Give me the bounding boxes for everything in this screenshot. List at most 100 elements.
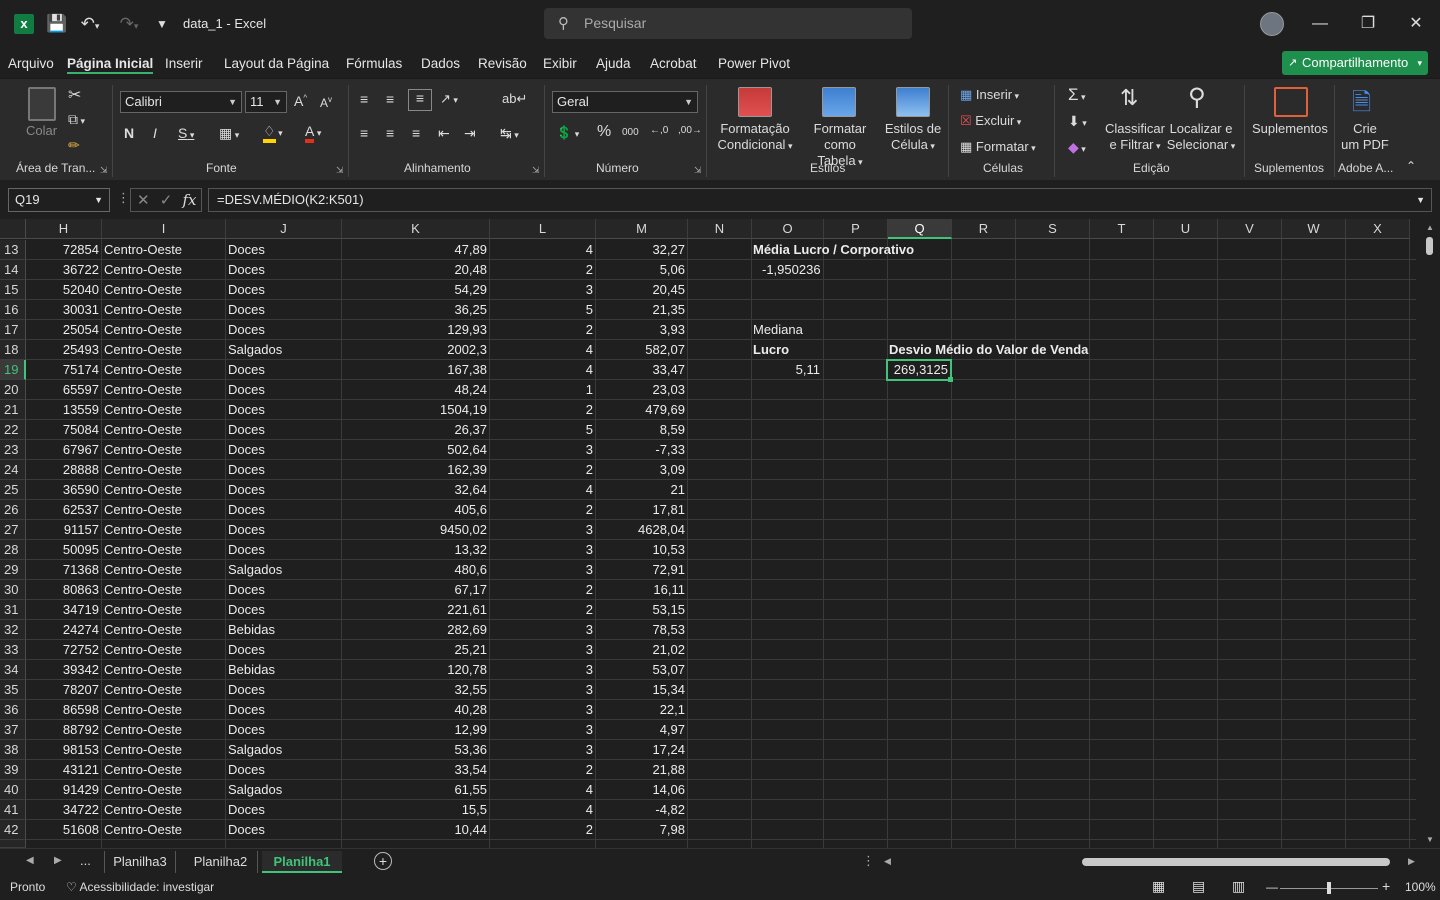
row-header[interactable]: 24 bbox=[0, 460, 26, 480]
cell-h[interactable]: 51608 bbox=[26, 820, 99, 840]
cell-m[interactable]: 15,34 bbox=[596, 680, 685, 700]
autosum-icon[interactable]: Σ ▾ bbox=[1068, 85, 1086, 105]
media-title-cell[interactable]: Média Lucro / Corporativo bbox=[753, 240, 914, 260]
cell-i[interactable]: Centro-Oeste bbox=[104, 360, 225, 380]
align-center-icon[interactable]: ≡ bbox=[386, 125, 394, 141]
cell-i[interactable]: Centro-Oeste bbox=[104, 640, 225, 660]
more-icon[interactable]: ⋮ bbox=[117, 190, 130, 206]
column-header-m[interactable]: M bbox=[596, 219, 688, 239]
row-header[interactable]: 15 bbox=[0, 280, 26, 300]
conditional-formatting-button[interactable]: Formatação Condicional ▾ bbox=[714, 121, 796, 154]
cell-i[interactable]: Centro-Oeste bbox=[104, 760, 225, 780]
cell-k[interactable]: 162,39 bbox=[342, 460, 487, 480]
column-header-k[interactable]: K bbox=[342, 219, 490, 239]
row-header[interactable]: 41 bbox=[0, 800, 26, 820]
row-header[interactable]: 39 bbox=[0, 760, 26, 780]
cell-m[interactable]: 32,27 bbox=[596, 240, 685, 260]
cell-l[interactable]: 2 bbox=[490, 400, 593, 420]
format-as-table-icon[interactable] bbox=[822, 87, 856, 117]
cell-k[interactable]: 129,93 bbox=[342, 320, 487, 340]
cell-h[interactable]: 75084 bbox=[26, 420, 99, 440]
addins-icon[interactable] bbox=[1274, 87, 1308, 117]
cell-m[interactable]: 78,53 bbox=[596, 620, 685, 640]
cell-l[interactable]: 2 bbox=[490, 600, 593, 620]
cell-m[interactable]: -4,82 bbox=[596, 800, 685, 820]
cell-h[interactable]: 34719 bbox=[26, 600, 99, 620]
cell-h[interactable]: 67967 bbox=[26, 440, 99, 460]
cell-h[interactable]: 80863 bbox=[26, 580, 99, 600]
desvio-title-cell[interactable]: Desvio Médio do Valor de Venda bbox=[889, 340, 1088, 360]
cell-i[interactable]: Centro-Oeste bbox=[104, 660, 225, 680]
cell-l[interactable]: 2 bbox=[490, 320, 593, 340]
cell-h[interactable]: 13559 bbox=[26, 400, 99, 420]
cancel-icon[interactable]: ✕ bbox=[137, 192, 150, 209]
cell-l[interactable]: 4 bbox=[490, 360, 593, 380]
cell-i[interactable]: Centro-Oeste bbox=[104, 580, 225, 600]
cell-i[interactable]: Centro-Oeste bbox=[104, 260, 225, 280]
column-header-h[interactable]: H bbox=[26, 219, 102, 239]
cell-k[interactable]: 221,61 bbox=[342, 600, 487, 620]
prev-sheet-icon[interactable]: ◀ bbox=[26, 855, 34, 866]
cell-j[interactable]: Salgados bbox=[228, 560, 341, 580]
zoom-in-icon[interactable]: + bbox=[1382, 878, 1390, 894]
cell-j[interactable]: Doces bbox=[228, 280, 341, 300]
cell-l[interactable]: 4 bbox=[490, 340, 593, 360]
cell-m[interactable]: -7,33 bbox=[596, 440, 685, 460]
cell-h[interactable]: 39342 bbox=[26, 660, 99, 680]
cell-l[interactable]: 3 bbox=[490, 720, 593, 740]
normal-view-icon[interactable]: ▦ bbox=[1152, 878, 1165, 895]
row-header[interactable]: 27 bbox=[0, 520, 26, 540]
cell-m[interactable]: 21,88 bbox=[596, 760, 685, 780]
align-top-icon[interactable]: ≡ bbox=[360, 91, 368, 107]
cell-l[interactable]: 4 bbox=[490, 800, 593, 820]
collapse-ribbon-icon[interactable]: ⌃ bbox=[1406, 159, 1416, 173]
cell-j[interactable]: Doces bbox=[228, 800, 341, 820]
dialog-launcher-icon[interactable]: ⇲ bbox=[336, 165, 344, 176]
menu-arquivo[interactable]: Arquivo bbox=[8, 54, 54, 74]
cell-j[interactable]: Doces bbox=[228, 240, 341, 260]
confirm-icon[interactable]: ✓ bbox=[160, 192, 173, 209]
cell-k[interactable]: 26,37 bbox=[342, 420, 487, 440]
cell-m[interactable]: 14,06 bbox=[596, 780, 685, 800]
lucro-label-cell[interactable]: Lucro bbox=[753, 340, 789, 360]
cell-m[interactable]: 4628,04 bbox=[596, 520, 685, 540]
cell-h[interactable]: 30031 bbox=[26, 300, 99, 320]
font-size-select[interactable]: 11 ▼ bbox=[245, 91, 287, 113]
insert-cells-button[interactable]: ▦ Inserir ▾ bbox=[960, 87, 1019, 103]
cell-l[interactable]: 2 bbox=[490, 760, 593, 780]
cell-j[interactable]: Doces bbox=[228, 600, 341, 620]
row-header[interactable]: 33 bbox=[0, 640, 26, 660]
cell-l[interactable]: 3 bbox=[490, 560, 593, 580]
cell-m[interactable]: 21 bbox=[596, 480, 685, 500]
format-cells-button[interactable]: ▦ Formatar ▾ bbox=[960, 139, 1036, 155]
dialog-launcher-icon[interactable]: ⇲ bbox=[100, 165, 108, 176]
row-header[interactable]: 21 bbox=[0, 400, 26, 420]
cell-j[interactable]: Doces bbox=[228, 580, 341, 600]
vertical-scroll-thumb[interactable] bbox=[1426, 237, 1433, 255]
page-layout-view-icon[interactable]: ▤ bbox=[1192, 878, 1205, 895]
cell-l[interactable]: 3 bbox=[490, 620, 593, 640]
cell-k[interactable]: 48,24 bbox=[342, 380, 487, 400]
cell-j[interactable]: Doces bbox=[228, 500, 341, 520]
align-middle-icon[interactable]: ≡ bbox=[386, 91, 394, 107]
cell-h[interactable]: 98153 bbox=[26, 740, 99, 760]
cell-i[interactable]: Centro-Oeste bbox=[104, 300, 225, 320]
row-header[interactable]: 36 bbox=[0, 700, 26, 720]
cell-m[interactable]: 16,11 bbox=[596, 580, 685, 600]
cell-i[interactable]: Centro-Oeste bbox=[104, 340, 225, 360]
decrease-font-icon[interactable]: Av bbox=[320, 95, 332, 110]
cell-i[interactable]: Centro-Oeste bbox=[104, 420, 225, 440]
cell-m[interactable]: 53,07 bbox=[596, 660, 685, 680]
sort-filter-button[interactable]: Classificar e Filtrar ▾ bbox=[1104, 121, 1166, 154]
cell-j[interactable]: Doces bbox=[228, 480, 341, 500]
cell-h[interactable]: 52040 bbox=[26, 280, 99, 300]
font-name-select[interactable]: Calibri ▼ bbox=[120, 91, 242, 113]
row-header[interactable]: 40 bbox=[0, 780, 26, 800]
cell-j[interactable]: Bebidas bbox=[228, 660, 341, 680]
search-box[interactable]: ⚲ Pesquisar bbox=[544, 8, 912, 39]
cell-k[interactable]: 36,25 bbox=[342, 300, 487, 320]
row-header[interactable]: 30 bbox=[0, 580, 26, 600]
lucro-value-cell[interactable]: 5,11 bbox=[752, 360, 820, 380]
mediana-label-cell[interactable]: Mediana bbox=[753, 320, 803, 340]
cell-h[interactable]: 24274 bbox=[26, 620, 99, 640]
